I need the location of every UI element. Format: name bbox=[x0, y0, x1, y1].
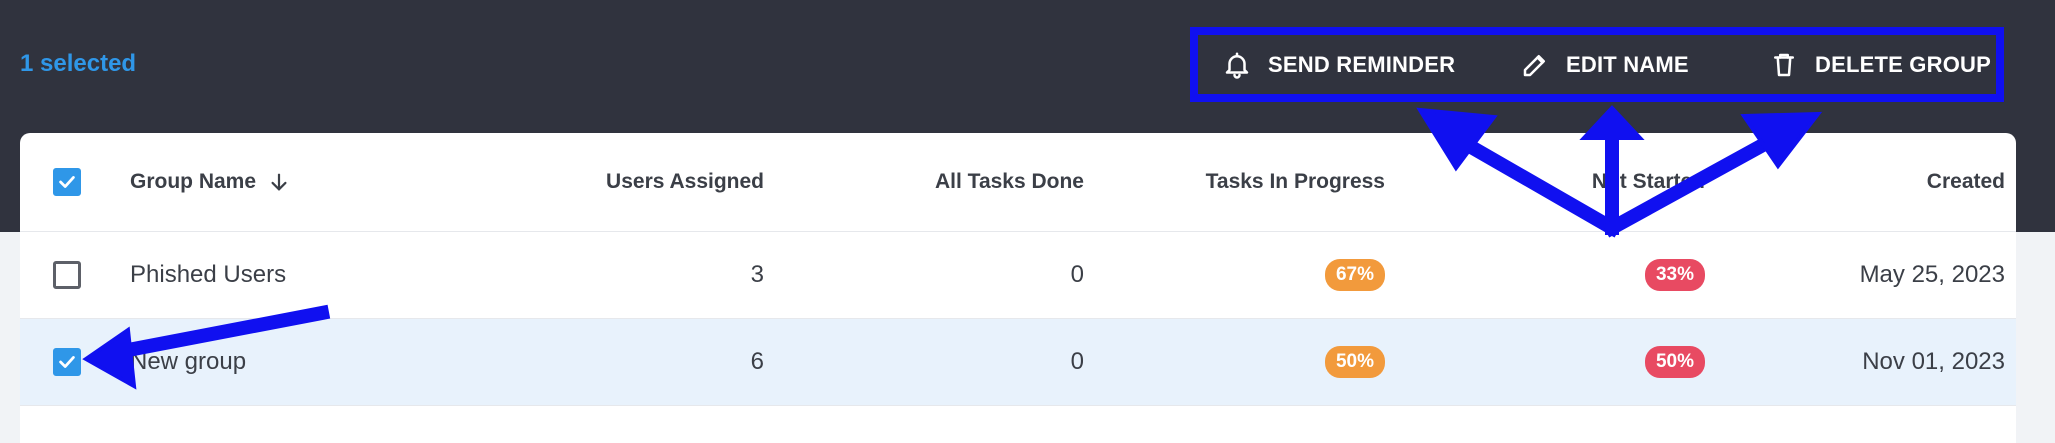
select-all-checkbox[interactable] bbox=[53, 168, 81, 196]
tasks-done-value: 0 bbox=[1070, 348, 1084, 375]
delete-group-label: DELETE GROUP bbox=[1815, 51, 1991, 77]
created-date: May 25, 2023 bbox=[1859, 261, 2005, 288]
arrow-down-icon bbox=[271, 173, 287, 191]
send-reminder-label: SEND REMINDER bbox=[1268, 51, 1456, 77]
column-header-users-assigned[interactable]: Users Assigned bbox=[500, 133, 764, 231]
trash-icon bbox=[1774, 53, 1794, 76]
edit-name-button[interactable]: EDIT NAME bbox=[1520, 35, 1689, 94]
table-row[interactable]: Phished Users 3 0 67% 33% May 25, 2023 bbox=[20, 232, 2016, 319]
created-date: Nov 01, 2023 bbox=[1862, 348, 2005, 375]
send-reminder-button[interactable]: SEND REMINDER bbox=[1222, 35, 1455, 94]
column-header-created[interactable]: Created bbox=[1720, 133, 2005, 231]
selected-count: 1 selected bbox=[20, 50, 137, 77]
in-progress-badge: 50% bbox=[1324, 346, 1385, 378]
column-header-not-started[interactable]: Not Started bbox=[1440, 133, 1705, 231]
users-assigned-value: 6 bbox=[750, 348, 764, 375]
column-header-all-tasks-done[interactable]: All Tasks Done bbox=[820, 133, 1084, 231]
users-assigned-value: 3 bbox=[750, 261, 764, 288]
group-name: Phished Users bbox=[130, 261, 287, 288]
check-icon bbox=[59, 356, 75, 368]
edit-name-label: EDIT NAME bbox=[1566, 51, 1689, 77]
table-header: Group Name Users Assigned All Tasks Done… bbox=[20, 133, 2016, 232]
in-progress-badge: 67% bbox=[1324, 259, 1385, 291]
column-header-tasks-in-progress[interactable]: Tasks In Progress bbox=[1120, 133, 1385, 231]
row-checkbox[interactable] bbox=[53, 261, 81, 289]
row-checkbox[interactable] bbox=[53, 348, 81, 376]
delete-group-button[interactable]: DELETE GROUP bbox=[1769, 35, 1991, 94]
bell-icon bbox=[1225, 52, 1249, 79]
groups-table: Group Name Users Assigned All Tasks Done… bbox=[20, 133, 2016, 443]
group-name: New group bbox=[130, 348, 247, 375]
not-started-badge: 50% bbox=[1644, 346, 1705, 378]
table-row[interactable]: New group 6 0 50% 50% Nov 01, 2023 bbox=[20, 319, 2016, 406]
tasks-done-value: 0 bbox=[1070, 261, 1084, 288]
not-started-badge: 33% bbox=[1644, 259, 1705, 291]
pencil-icon bbox=[1523, 54, 1545, 76]
column-header-group-name[interactable]: Group Name bbox=[130, 133, 290, 231]
check-icon bbox=[59, 176, 75, 188]
bulk-actions-group: SEND REMINDER EDIT NAME DELETE GROUP bbox=[1190, 27, 2004, 102]
